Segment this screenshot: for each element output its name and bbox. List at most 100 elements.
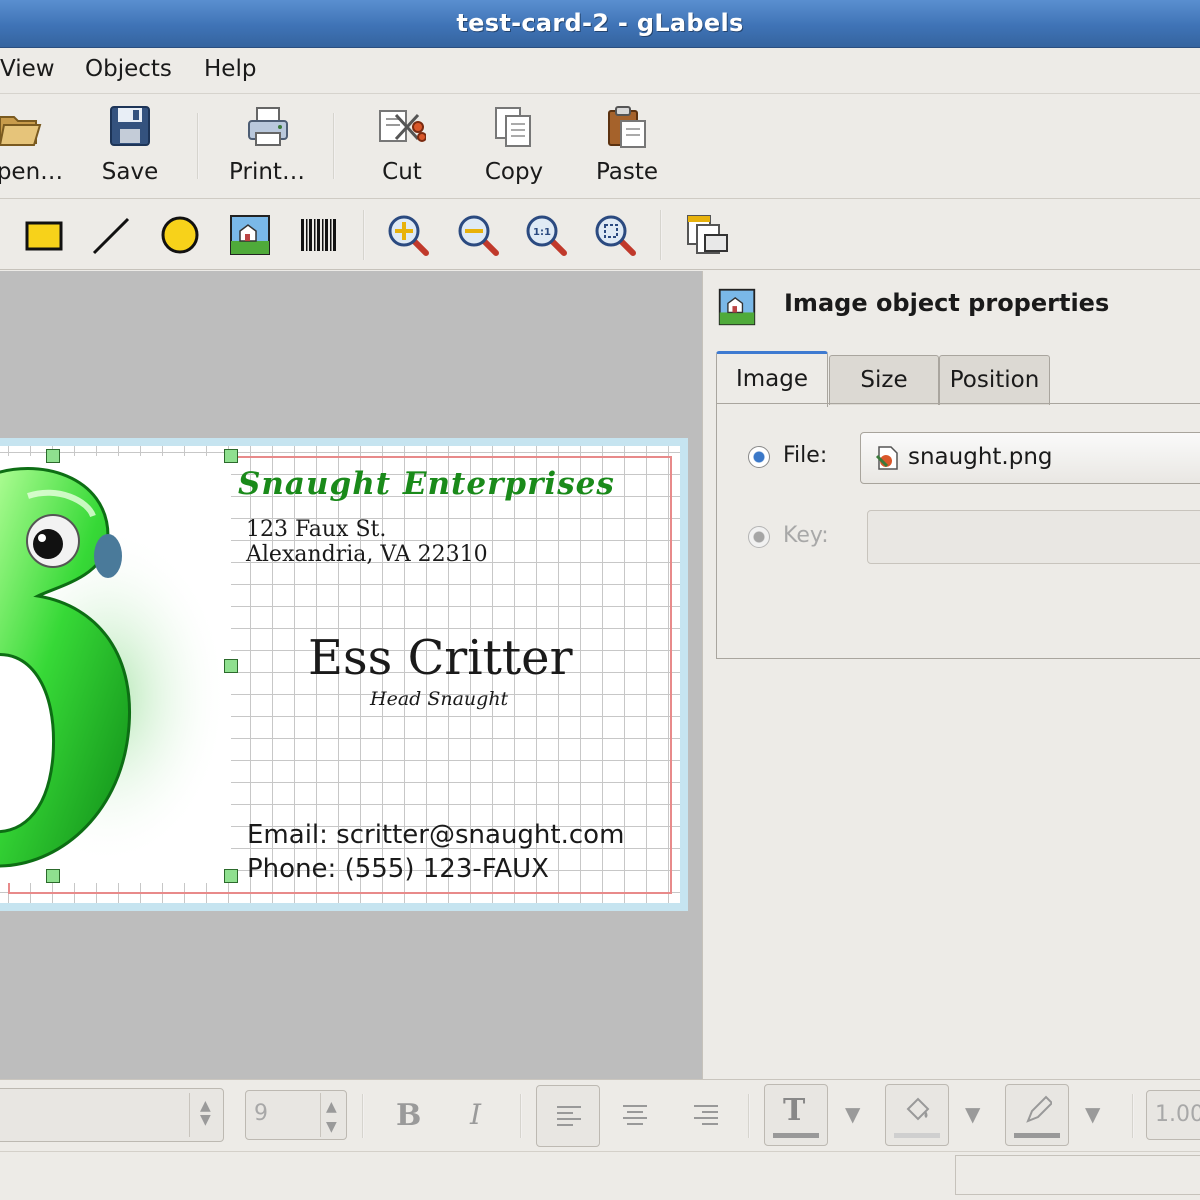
save-button[interactable]: Save	[92, 103, 168, 193]
italic-button[interactable]: I	[470, 1098, 481, 1131]
toolbar-separator	[1132, 1094, 1134, 1138]
copy-label: Copy	[484, 159, 544, 185]
pencil-icon	[1026, 1095, 1052, 1123]
text-color-swatch	[773, 1133, 819, 1138]
align-center-icon[interactable]	[621, 1103, 649, 1129]
line-color-button[interactable]	[1005, 1084, 1069, 1146]
status-cursor-field	[955, 1155, 1200, 1195]
tab-image[interactable]: Image	[716, 351, 828, 407]
tab-position[interactable]: Position	[939, 355, 1050, 405]
window-titlebar: test-card-2 - gLabels	[0, 0, 1200, 48]
business-card: Snaught Enterprises 123 Faux St. Alexand…	[0, 438, 688, 911]
line-width-spinner[interactable]: 1.00	[1146, 1090, 1200, 1140]
line-width-value: 1.00	[1155, 1102, 1200, 1127]
barcode-tool-icon[interactable]	[296, 213, 340, 257]
svg-text:1:1: 1:1	[533, 227, 551, 238]
combo-arrows-icon: ▲ ▼	[200, 1098, 211, 1128]
paste-clipboard-icon	[608, 106, 646, 148]
font-family-combo[interactable]: ▲ ▼	[0, 1088, 224, 1142]
toolbar-separator	[520, 1094, 522, 1138]
cut-button[interactable]: Cut	[366, 103, 438, 193]
tab-size[interactable]: Size	[829, 355, 939, 405]
company-name-text[interactable]: Snaught Enterprises	[238, 466, 615, 502]
line-color-swatch	[1014, 1133, 1060, 1138]
paste-button[interactable]: Paste	[589, 103, 665, 193]
paste-label: Paste	[595, 159, 659, 185]
floppy-disk-icon	[110, 106, 150, 146]
selection-handle[interactable]	[224, 659, 238, 673]
zoom-one-to-one-icon[interactable]: 1:1	[524, 213, 568, 257]
zoom-out-icon[interactable]	[456, 213, 500, 257]
file-label: File:	[783, 443, 828, 468]
key-label: Key:	[783, 523, 829, 548]
file-radio[interactable]	[748, 446, 770, 468]
merge-properties-icon[interactable]	[685, 213, 729, 257]
combo-divider	[189, 1093, 190, 1137]
snaught-image-object[interactable]	[0, 456, 231, 883]
paint-bucket-icon	[906, 1097, 930, 1121]
toolbar-separator	[197, 113, 199, 179]
format-toolbar: ▲ ▼ 9 ▲ ▼ B I T ▼ ▼ ▼ 1.00	[0, 1079, 1200, 1151]
key-combo[interactable]	[867, 510, 1200, 564]
ellipse-tool-icon[interactable]	[158, 213, 202, 257]
person-title-text[interactable]: Head Snaught	[370, 688, 508, 710]
drawing-toolbar: 1:1	[0, 200, 1200, 270]
address-line-1-text[interactable]: 123 Faux St.	[246, 517, 386, 542]
toolbar-separator	[362, 1094, 364, 1138]
main-toolbar: pen… Save Print… Cut Copy Paste	[0, 95, 1200, 199]
toolbar-separator	[660, 210, 662, 260]
panel-title: Image object properties	[784, 289, 1110, 317]
font-size-value: 9	[254, 1101, 268, 1126]
open-button[interactable]: pen…	[0, 103, 70, 193]
spinner-divider	[320, 1093, 321, 1137]
rectangle-tool-icon[interactable]	[22, 213, 66, 257]
print-label: Print…	[229, 159, 305, 185]
folder-open-icon	[0, 116, 42, 146]
image-tool-icon[interactable]	[228, 213, 272, 257]
menu-bar: View Objects Help	[0, 48, 1200, 94]
address-line-2-text[interactable]: Alexandria, VA 22310	[246, 542, 488, 567]
fill-color-button[interactable]	[885, 1084, 949, 1146]
copy-icon	[495, 107, 531, 147]
person-name-text[interactable]: Ess Critter	[308, 630, 573, 686]
selection-handle[interactable]	[224, 449, 238, 463]
window-title: test-card-2 - gLabels	[456, 9, 744, 37]
toolbar-separator	[333, 113, 335, 179]
key-radio[interactable]	[748, 526, 770, 548]
line-tool-icon[interactable]	[90, 213, 134, 257]
email-text[interactable]: Email: scritter@snaught.com	[247, 820, 624, 850]
toolbar-separator	[748, 1094, 750, 1138]
text-color-icon: T	[783, 1093, 806, 1128]
fill-color-swatch	[894, 1133, 940, 1138]
print-button[interactable]: Print…	[224, 103, 310, 193]
menu-objects[interactable]: Objects	[85, 56, 172, 82]
scissors-icon	[379, 110, 426, 142]
phone-text[interactable]: Phone: (555) 123-FAUX	[247, 854, 549, 884]
selection-handle[interactable]	[224, 869, 238, 883]
toolbar-separator	[363, 210, 365, 260]
zoom-in-icon[interactable]	[386, 213, 430, 257]
selection-handle[interactable]	[46, 449, 60, 463]
cut-label: Cut	[382, 159, 422, 185]
bold-button[interactable]: B	[396, 1098, 421, 1133]
zoom-fit-icon[interactable]	[593, 213, 637, 257]
status-bar	[0, 1151, 1200, 1200]
menu-help[interactable]: Help	[204, 56, 256, 82]
align-right-icon[interactable]	[692, 1103, 720, 1129]
line-color-dropdown-icon[interactable]: ▼	[1085, 1102, 1100, 1126]
text-color-dropdown-icon[interactable]: ▼	[845, 1102, 860, 1126]
fill-color-dropdown-icon[interactable]: ▼	[965, 1102, 980, 1126]
file-chooser-button[interactable]: snaught.png	[860, 432, 1200, 484]
image-object-icon	[718, 288, 756, 326]
snaught-mascot-image	[0, 467, 228, 868]
menu-view[interactable]: View	[0, 56, 55, 82]
copy-button[interactable]: Copy	[476, 103, 552, 193]
card-grid: Snaught Enterprises 123 Faux St. Alexand…	[0, 446, 680, 903]
selection-handle[interactable]	[46, 869, 60, 883]
text-color-button[interactable]: T	[764, 1084, 828, 1146]
font-size-spinner[interactable]: 9 ▲ ▼	[245, 1090, 347, 1140]
align-left-button[interactable]	[536, 1085, 600, 1147]
label-canvas[interactable]: Snaught Enterprises 123 Faux St. Alexand…	[0, 271, 702, 1079]
image-file-icon	[875, 446, 898, 470]
properties-panel: Image object properties Image Size Posit…	[702, 271, 1200, 1079]
